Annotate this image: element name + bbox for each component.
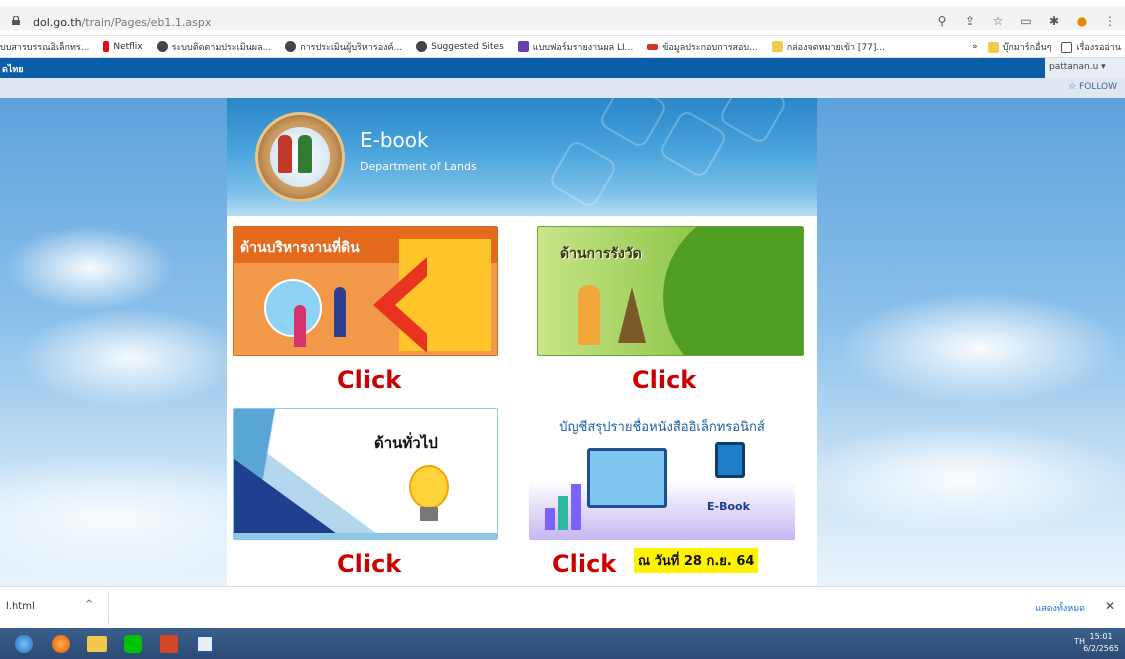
bar-illustration — [545, 480, 585, 530]
url-text[interactable]: dol.go.th/train/Pages/eb1.1.aspx — [33, 16, 211, 29]
card-title: บัญชีสรุปรายชื่อหนังสืออิเล็กทรอนิกส์ — [559, 420, 765, 435]
share-icon[interactable]: ⇪ — [963, 14, 977, 28]
star-icon[interactable]: ☆ — [991, 14, 1005, 28]
extensions-icon[interactable]: ✱ — [1047, 14, 1061, 28]
ebook-tag: E-Book — [707, 500, 750, 513]
card-land-admin[interactable]: ด้านบริหารงานที่ดิน — [233, 226, 498, 356]
zoom-icon[interactable]: ⚲ — [935, 14, 949, 28]
card-title: ด้านทั่วไป — [374, 434, 438, 452]
divider — [108, 591, 109, 625]
chevron-up-icon[interactable]: ^ — [85, 599, 93, 610]
click-link-ebook-list[interactable]: Click — [552, 550, 616, 578]
address-bar: dol.go.th/train/Pages/eb1.1.aspx ⚲ ⇪ ☆ ▭… — [0, 0, 1125, 36]
date-badge: ณ วันที่ 28 ก.ย. 64 — [634, 548, 759, 573]
card-survey[interactable]: ด้านการรังวัด — [537, 226, 804, 356]
surveyor-illustration — [578, 285, 600, 345]
card-title: ด้านบริหารงานที่ดิน — [240, 240, 360, 256]
globe-illustration — [264, 279, 322, 337]
sharepoint-suite-bar: ดไทย pattanan.u ▾ — [0, 58, 1125, 78]
click-link-survey[interactable]: Click — [632, 366, 696, 394]
close-icon[interactable]: ✕ — [1105, 599, 1115, 613]
follow-button[interactable]: ☆ FOLLOW — [1068, 82, 1117, 92]
site-icon — [647, 43, 659, 50]
line-icon[interactable] — [118, 631, 148, 656]
card-general[interactable]: ด้านทั่วไป — [233, 408, 498, 540]
form-icon — [517, 41, 529, 52]
start-button[interactable] — [8, 631, 40, 656]
bookmark-item[interactable]: ข้อมูลประกอบการสอบ... — [647, 40, 758, 54]
lightbulb-illustration — [409, 465, 449, 509]
firefox-icon[interactable] — [46, 631, 76, 656]
globe-icon — [156, 41, 168, 52]
omnibox[interactable]: dol.go.th/train/Pages/eb1.1.aspx ⚲ ⇪ ☆ ▭… — [0, 6, 1125, 30]
ebook-banner: E-book Department of Lands — [227, 98, 817, 216]
bookmark-item[interactable]: การประเมินผู้บริหารองค์... — [285, 40, 402, 54]
windows-taskbar: TH 15:01 6/2/2565 — [0, 628, 1125, 659]
other-bookmarks[interactable]: บุ๊กมาร์กอื่นๆ — [987, 40, 1051, 54]
powerpoint-icon[interactable] — [154, 631, 184, 656]
downloads-bar: l.html ^ แสดงทั้งหมด ✕ — [0, 586, 1125, 628]
reading-list[interactable]: เรื่องรออ่าน — [1061, 40, 1121, 54]
globe-icon — [285, 41, 297, 52]
bookmarks-bar: บบสารบรรณอิเล็กทร... Netflix ระบบติดตามป… — [0, 36, 1125, 58]
monitor-illustration — [587, 448, 667, 508]
bookmark-item[interactable]: แบบฟอร์มรายงานผล LI... — [517, 40, 633, 54]
click-link-general[interactable]: Click — [337, 550, 401, 578]
card-ebook-list[interactable]: บัญชีสรุปรายชื่อหนังสืออิเล็กทรอนิกส์ E-… — [529, 408, 795, 540]
user-menu[interactable]: pattanan.u ▾ — [1045, 58, 1125, 78]
bookmark-item[interactable]: กล่องจดหมายเข้า [77]... — [771, 40, 885, 54]
lock-icon — [12, 16, 20, 25]
follow-row: ☆ FOLLOW — [0, 78, 1125, 98]
bookmark-item[interactable]: Suggested Sites — [416, 41, 504, 52]
card-title: ด้านการรังวัด — [560, 246, 642, 262]
word-icon[interactable] — [190, 631, 220, 656]
reading-list-icon — [1061, 41, 1073, 53]
system-clock[interactable]: 15:01 6/2/2565 — [1083, 631, 1119, 655]
book-icon — [715, 442, 745, 478]
department-seal-logo — [255, 112, 345, 202]
bookmark-item[interactable]: ระบบติดตามประเมินผล... — [156, 40, 271, 54]
click-link-land-admin[interactable]: Click — [337, 366, 401, 394]
globe-icon — [416, 41, 428, 52]
banner-title: E-book — [360, 128, 429, 152]
banner-subtitle: Department of Lands — [360, 160, 477, 173]
bookmark-item[interactable]: Netflix — [103, 41, 143, 52]
netflix-icon — [103, 41, 110, 52]
profile-icon[interactable]: ● — [1075, 14, 1089, 28]
show-all-link[interactable]: แสดงทั้งหมด — [1035, 601, 1085, 615]
bookmark-item[interactable]: บบสารบรรณอิเล็กทร... — [0, 40, 89, 54]
download-file-name[interactable]: l.html — [6, 601, 35, 612]
main-content: E-book Department of Lands ด้านบริหารงาน… — [227, 98, 817, 586]
folder-icon — [771, 41, 783, 52]
folder-icon — [987, 41, 999, 53]
site-label: ดไทย — [2, 65, 24, 75]
file-explorer-icon[interactable] — [82, 631, 112, 656]
tab-search-icon[interactable]: ▭ — [1019, 14, 1033, 28]
bookmarks-overflow-button[interactable]: » — [972, 42, 978, 52]
menu-icon[interactable]: ⋮ — [1103, 14, 1117, 28]
